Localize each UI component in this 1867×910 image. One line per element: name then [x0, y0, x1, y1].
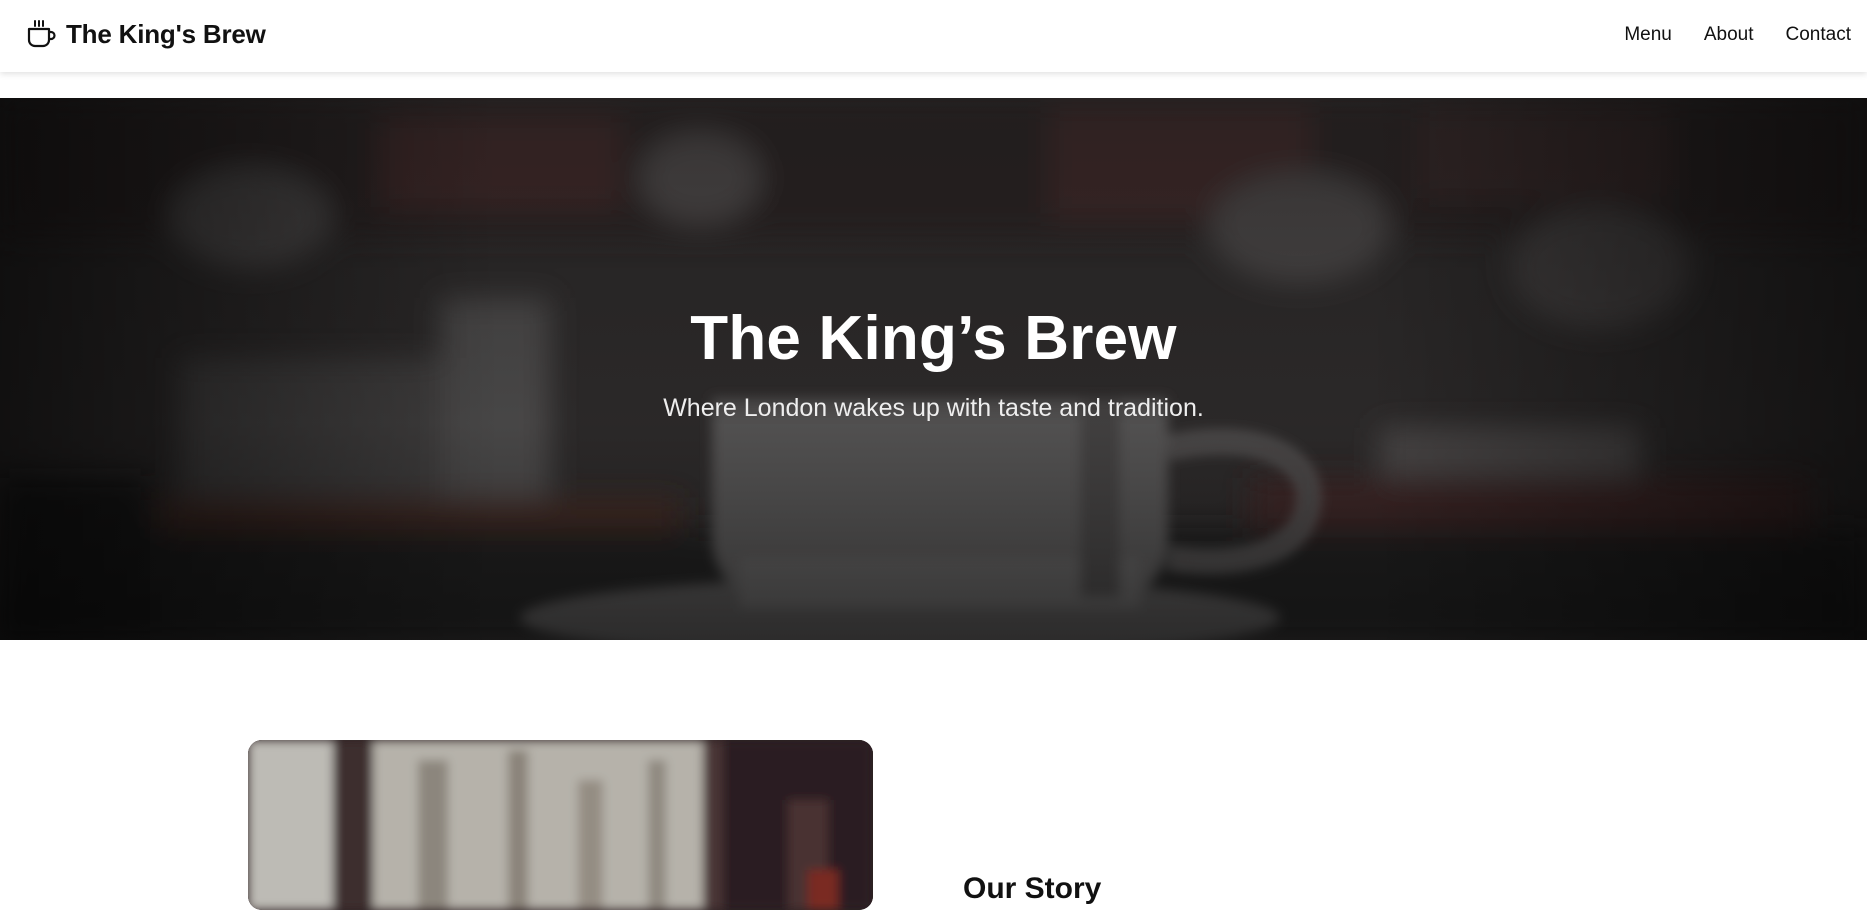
hero-subtitle: Where London wakes up with taste and tra… [663, 394, 1204, 422]
brand-name: The King's Brew [66, 18, 266, 49]
main-nav: Menu About Contact [1624, 24, 1851, 46]
hero-section: The King’s Brew Where London wakes up wi… [0, 98, 1867, 640]
story-heading: Our Story [963, 872, 1102, 905]
story-image [248, 740, 873, 910]
hero-title: The King’s Brew [690, 304, 1177, 373]
nav-link-about[interactable]: About [1704, 24, 1754, 46]
nav-link-menu[interactable]: Menu [1624, 24, 1672, 46]
nav-link-contact[interactable]: Contact [1786, 24, 1851, 46]
site-header: The King's Brew Menu About Contact [0, 0, 1867, 72]
coffee-cup-icon [27, 20, 56, 48]
brand-logo-link[interactable]: The King's Brew [26, 18, 266, 50]
window-interior-image [248, 740, 873, 910]
